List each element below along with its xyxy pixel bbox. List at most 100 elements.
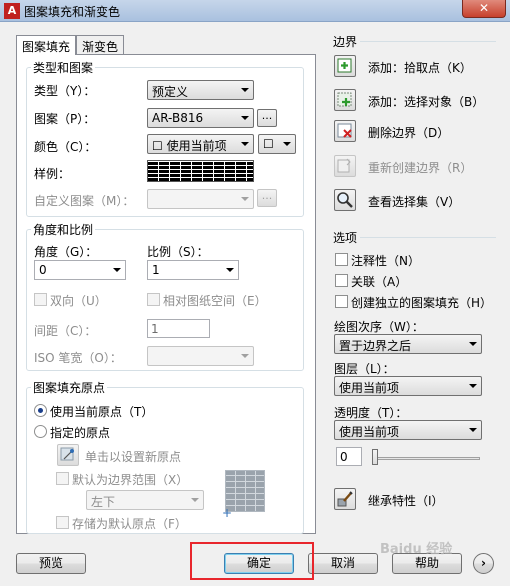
type-pattern-title: 类型和图案 <box>31 59 96 76</box>
chevron-down-icon <box>191 498 199 502</box>
preview-button[interactable]: 预览 <box>16 553 86 574</box>
relative-paper-label: 相对图纸空间（E） <box>163 294 267 308</box>
pattern-dropdown[interactable]: AR-B816 <box>147 108 254 128</box>
autocad-app-icon: A <box>4 3 20 19</box>
chevron-down-icon <box>469 428 477 432</box>
pattern-value: AR-B816 <box>152 111 204 125</box>
more-options-button[interactable]: › <box>473 553 494 574</box>
custom-pattern-browse-button[interactable]: ... <box>257 189 277 207</box>
angle-value: 0 <box>39 263 47 277</box>
transparency-label: 透明度（T）： <box>334 406 408 420</box>
type-label: 类型（Y）： <box>34 84 96 98</box>
custom-pattern-label: 自定义图案（M）： <box>34 194 135 208</box>
separate-hatches-checkbox[interactable] <box>335 295 348 308</box>
angle-scale-title: 角度和比例 <box>31 221 96 238</box>
specified-origin-radio[interactable] <box>34 425 47 438</box>
ok-highlight-box <box>190 542 314 580</box>
close-button[interactable]: ✕ <box>462 0 506 18</box>
layer-label: 图层（L）： <box>334 362 395 376</box>
remove-boundaries-button[interactable] <box>334 120 356 142</box>
recreate-boundary-label[interactable]: 重新创建边界（R） <box>368 159 472 176</box>
use-current-origin-label: 使用当前原点（T） <box>50 405 154 419</box>
set-origin-pick-icon[interactable] <box>57 444 79 466</box>
store-default-origin-checkbox[interactable] <box>56 516 69 529</box>
scale-label: 比例（S）： <box>147 245 209 259</box>
double-checkbox[interactable] <box>34 293 47 306</box>
click-set-origin-label: 单击以设置新原点 <box>85 450 182 464</box>
color-dropdown[interactable]: ☐ 使用当前项 <box>147 134 254 154</box>
spacing-input[interactable]: 1 <box>147 319 210 338</box>
recreate-boundary-icon <box>337 158 351 173</box>
transparency-slider-thumb[interactable] <box>372 449 378 465</box>
relative-paper-checkbox[interactable] <box>147 293 160 306</box>
sample-label: 样例： <box>34 167 71 181</box>
boundaries-title: 边界 <box>333 35 358 49</box>
magnifier-icon <box>337 192 353 208</box>
add-pick-points-button[interactable] <box>334 55 356 77</box>
draw-order-value: 置于边界之后 <box>339 339 412 353</box>
tab-gradient[interactable]: 渐变色 <box>76 35 124 54</box>
transparency-dropdown[interactable]: 使用当前项 <box>334 420 482 440</box>
annotative-label: 注释性（N） <box>351 254 420 268</box>
chevron-down-icon <box>241 197 249 201</box>
layer-value: 使用当前项 <box>339 381 400 395</box>
extents-position-value: 左下 <box>91 495 116 509</box>
remove-boundaries-icon <box>337 123 352 138</box>
remove-boundaries-label[interactable]: 删除边界（D） <box>368 124 449 141</box>
type-dropdown[interactable]: 预定义 <box>147 80 254 100</box>
window-title: 图案填充和渐变色 <box>24 5 121 19</box>
double-label: 双向（U） <box>50 294 107 308</box>
transparency-amount-input[interactable]: 0 <box>336 447 362 466</box>
color-label: 颜色（C）： <box>34 140 97 154</box>
chevron-down-icon <box>226 268 234 272</box>
chevron-down-icon <box>283 142 291 146</box>
associative-checkbox[interactable] <box>335 274 348 287</box>
chevron-down-icon <box>113 268 121 272</box>
transparency-value: 使用当前项 <box>339 425 400 439</box>
iso-pen-width-dropdown[interactable] <box>147 346 254 366</box>
inherit-properties-label[interactable]: 继承特性（I） <box>368 492 444 509</box>
custom-pattern-dropdown[interactable] <box>147 189 254 209</box>
options-separator <box>360 237 496 238</box>
pattern-label: 图案（P）： <box>34 112 96 126</box>
annotative-checkbox[interactable] <box>335 253 348 266</box>
angle-dropdown[interactable]: 0 <box>34 260 126 280</box>
pattern-sample-swatch[interactable] <box>147 160 254 182</box>
angle-label: 角度（G）： <box>34 245 98 259</box>
background-color-dropdown[interactable]: ☐ <box>258 134 296 154</box>
chevron-down-icon <box>241 116 249 120</box>
default-extents-checkbox[interactable] <box>56 472 69 485</box>
pattern-browse-button[interactable]: ... <box>257 109 277 127</box>
title-bar: A 图案填充和渐变色 ✕ <box>0 0 510 22</box>
layer-dropdown[interactable]: 使用当前项 <box>334 376 482 396</box>
tab-hatch[interactable]: 图案填充 <box>16 35 76 55</box>
inherit-properties-button[interactable] <box>334 488 356 510</box>
add-select-objects-button[interactable] <box>334 89 356 111</box>
view-selections-label[interactable]: 查看选择集（V） <box>368 193 460 210</box>
add-select-objects-icon <box>337 92 352 107</box>
specified-origin-label: 指定的原点 <box>50 426 111 440</box>
origin-marker-icon: + <box>222 506 233 520</box>
color-value: ☐ 使用当前项 <box>152 139 227 153</box>
use-current-origin-radio[interactable] <box>34 404 47 417</box>
chevron-down-icon <box>241 142 249 146</box>
store-default-origin-label: 存储为默认原点（F） <box>72 517 187 531</box>
background-color-value: ☐ <box>263 137 274 151</box>
chevron-down-icon <box>469 384 477 388</box>
scale-dropdown[interactable]: 1 <box>147 260 239 280</box>
inherit-brush-icon <box>337 491 353 507</box>
hatch-origin-title: 图案填充原点 <box>31 379 108 396</box>
spacing-label: 间距（C）： <box>34 324 97 338</box>
draw-order-label: 绘图次序（W）： <box>334 320 424 334</box>
add-select-objects-label[interactable]: 添加：选择对象（B） <box>368 93 484 110</box>
draw-order-dropdown[interactable]: 置于边界之后 <box>334 334 482 354</box>
extents-position-dropdown[interactable]: 左下 <box>86 490 204 510</box>
chevron-down-icon <box>469 342 477 346</box>
add-pick-points-label[interactable]: 添加：拾取点（K） <box>368 59 472 76</box>
options-title: 选项 <box>333 231 358 245</box>
chevron-down-icon <box>241 354 249 358</box>
recreate-boundary-button[interactable] <box>334 155 356 177</box>
transparency-slider-track[interactable] <box>372 457 480 460</box>
cancel-button[interactable]: 取消 <box>308 553 378 574</box>
view-selections-button[interactable] <box>334 189 356 211</box>
